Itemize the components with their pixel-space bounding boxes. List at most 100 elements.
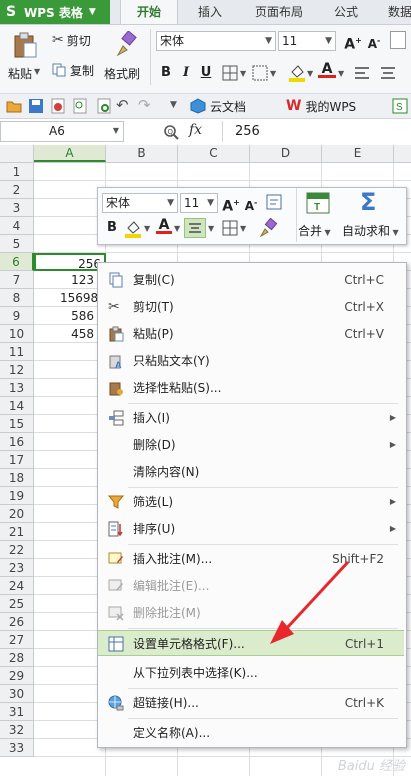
row-header[interactable]: 31 (0, 703, 34, 721)
paste-button[interactable]: 粘贴 ▼ (6, 29, 46, 87)
row-header[interactable]: 22 (0, 541, 34, 559)
menu-item-edit-comment[interactable]: 编辑批注(E)... (98, 573, 404, 599)
chevron-down-icon[interactable]: ▼ (307, 69, 313, 78)
row-header[interactable]: 12 (0, 361, 34, 379)
select-all-corner[interactable] (0, 145, 34, 162)
menu-item-paste-special[interactable]: 选择性粘贴(S)... (98, 375, 404, 401)
row-header[interactable]: 26 (0, 613, 34, 631)
row-header[interactable]: 13 (0, 379, 34, 397)
mini-fill-color-icon[interactable] (124, 219, 142, 239)
zoom-search-icon[interactable]: Q (163, 124, 179, 140)
column-header-f[interactable] (394, 145, 411, 162)
fx-button[interactable]: fx (189, 122, 202, 138)
menu-item-copy[interactable]: 复制(C) Ctrl+C (98, 267, 404, 293)
menu-item-hyperlink[interactable]: 超链接(H)... Ctrl+K (98, 690, 404, 716)
row-header[interactable]: 24 (0, 577, 34, 595)
row-header[interactable]: 5 (0, 235, 34, 253)
row-header[interactable]: 27 (0, 631, 34, 649)
print-pdf-icon[interactable] (50, 98, 66, 114)
save-icon[interactable] (28, 98, 44, 114)
increase-font-button[interactable]: A+ (342, 31, 364, 53)
align-center-icon[interactable] (378, 63, 398, 83)
font-name-combo[interactable]: 宋体 ▼ (156, 31, 276, 51)
format-painter-button[interactable]: 格式刷 (104, 29, 144, 87)
menu-item-insert[interactable]: 插入(I) ▶ (98, 405, 404, 431)
column-header-e[interactable]: E (322, 145, 394, 162)
menu-item-delete[interactable]: 删除(D) ▶ (98, 432, 404, 458)
mini-increase-font-button[interactable]: A+ (222, 193, 240, 215)
row-header[interactable]: 17 (0, 451, 34, 469)
chevron-down-icon[interactable]: ▼ (240, 224, 246, 233)
font-size-combo[interactable]: 11 ▼ (278, 31, 336, 51)
tab-page-layout[interactable]: 页面布局 (244, 0, 314, 24)
underline-button[interactable]: U (198, 63, 214, 83)
my-wps-button[interactable]: W 我的WPS (286, 97, 356, 115)
sheet-doc-icon[interactable]: S (392, 98, 408, 114)
mini-font-size-combo[interactable]: 11 ▼ (180, 193, 218, 213)
row-header[interactable]: 6 (0, 253, 34, 271)
row-header[interactable]: 7 (0, 271, 34, 289)
row-header[interactable]: 28 (0, 649, 34, 667)
menu-item-format-cells[interactable]: 设置单元格格式(F)... Ctrl+1 (98, 630, 404, 656)
tab-home[interactable]: 开始 (120, 0, 178, 24)
chevron-down-icon[interactable]: ▼ (208, 224, 214, 233)
name-box[interactable]: A6 ▼ (0, 121, 124, 142)
row-header[interactable]: 14 (0, 397, 34, 415)
menu-item-clear-contents[interactable]: 清除内容(N) (98, 459, 404, 485)
mini-bold-button[interactable]: B (104, 218, 120, 238)
menu-item-sort[interactable]: 排序(U) ▶ (98, 516, 404, 542)
tab-formula[interactable]: 公式 (320, 0, 372, 24)
find-icon[interactable] (96, 98, 112, 114)
row-header[interactable]: 10 (0, 325, 34, 343)
column-header-a[interactable]: A (34, 145, 106, 162)
chevron-down-icon[interactable]: ▼ (144, 224, 150, 233)
row-header[interactable]: 32 (0, 721, 34, 739)
menu-item-cut[interactable]: ✂ 剪切(T) Ctrl+X (98, 294, 404, 320)
chevron-down-icon[interactable]: ▼ (174, 224, 180, 233)
menu-item-pick-from-list[interactable]: 从下拉列表中选择(K)... (98, 660, 404, 686)
align-left-icon[interactable] (352, 63, 372, 83)
row-header[interactable]: 19 (0, 487, 34, 505)
app-menu-button[interactable]: S WPS 表格 ▼ (0, 0, 110, 24)
chevron-down-icon[interactable]: ▼ (338, 69, 344, 78)
row-header[interactable]: 3 (0, 199, 34, 217)
mini-font-name-combo[interactable]: 宋体 ▼ (102, 193, 178, 213)
menu-item-filter[interactable]: 筛选(L) ▶ (98, 489, 404, 515)
row-header[interactable]: 25 (0, 595, 34, 613)
border-icon[interactable] (222, 65, 238, 81)
row-header[interactable]: 9 (0, 307, 34, 325)
mini-font-color-button[interactable]: A (156, 217, 172, 239)
row-header[interactable]: 4 (0, 217, 34, 235)
row-header[interactable]: 30 (0, 685, 34, 703)
mini-border-icon[interactable] (222, 220, 238, 236)
fill-color-icon[interactable] (288, 63, 306, 83)
undo-icon[interactable]: ↶ (116, 96, 129, 114)
menu-item-paste[interactable]: 粘贴(P) Ctrl+V (98, 321, 404, 347)
print-preview-icon[interactable] (72, 98, 88, 114)
italic-button[interactable]: I (178, 63, 194, 83)
font-color-button[interactable]: A (318, 61, 336, 83)
mini-paintbrush-icon[interactable] (258, 218, 278, 238)
mini-align-center-button[interactable] (184, 218, 206, 238)
row-header[interactable]: 11 (0, 343, 34, 361)
cell-a6[interactable]: 256 (34, 253, 106, 271)
row-header[interactable]: 20 (0, 505, 34, 523)
row-header[interactable]: 21 (0, 523, 34, 541)
redo-icon[interactable]: ↷ (138, 96, 151, 114)
decrease-font-button[interactable]: A- (364, 31, 384, 51)
menu-item-define-name[interactable]: 定义名称(A)... (98, 720, 404, 746)
wrap-text-icon[interactable] (266, 194, 282, 210)
row-header[interactable]: 8 (0, 289, 34, 307)
mini-merge-button[interactable]: T 合并 ▼ (298, 190, 338, 240)
chevron-down-icon[interactable]: ▼ (170, 100, 177, 110)
row-header[interactable]: 18 (0, 469, 34, 487)
row-header[interactable]: 16 (0, 433, 34, 451)
folder-open-icon[interactable] (6, 99, 22, 113)
formula-input[interactable]: 256 (222, 121, 411, 142)
row-header[interactable]: 23 (0, 559, 34, 577)
menu-item-delete-comment[interactable]: 删除批注(M) (98, 600, 404, 626)
bold-button[interactable]: B (158, 63, 174, 83)
column-header-d[interactable]: D (250, 145, 322, 162)
menu-item-paste-text-only[interactable]: A 只粘贴文本(Y) (98, 348, 404, 374)
cloud-docs-button[interactable]: 云文档 (190, 97, 246, 115)
